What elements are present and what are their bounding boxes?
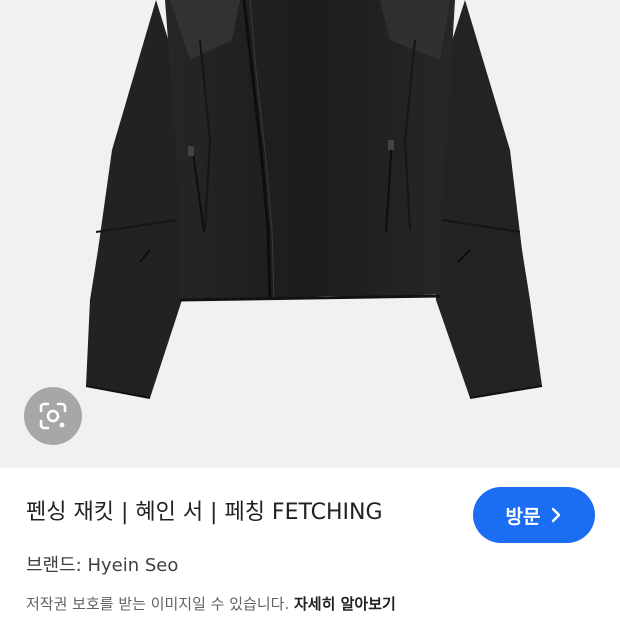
product-image[interactable] xyxy=(0,0,620,468)
copyright-notice: 저작권 보호를 받는 이미지일 수 있습니다. 자세히 알아보기 xyxy=(26,593,396,615)
jacket-photo xyxy=(85,0,543,399)
copyright-text: 저작권 보호를 받는 이미지일 수 있습니다. xyxy=(26,595,290,613)
brand-label: 브랜드: xyxy=(26,555,82,576)
brand-row: 브랜드: Hyein Seo xyxy=(26,553,178,579)
google-lens-icon xyxy=(39,402,67,430)
image-result-panel: 펜싱 재킷 | 혜인 서 | 페칭 FETCHING 방문 브랜드: Hyein… xyxy=(0,0,620,620)
visit-button[interactable]: 방문 xyxy=(473,487,595,543)
chevron-right-icon xyxy=(552,507,561,523)
learn-more-link[interactable]: 자세히 알아보기 xyxy=(294,595,396,613)
lens-search-button[interactable] xyxy=(24,387,82,445)
brand-value: Hyein Seo xyxy=(87,555,179,576)
visit-button-label: 방문 xyxy=(505,505,541,528)
result-title[interactable]: 펜싱 재킷 | 혜인 서 | 페칭 FETCHING xyxy=(26,497,456,529)
